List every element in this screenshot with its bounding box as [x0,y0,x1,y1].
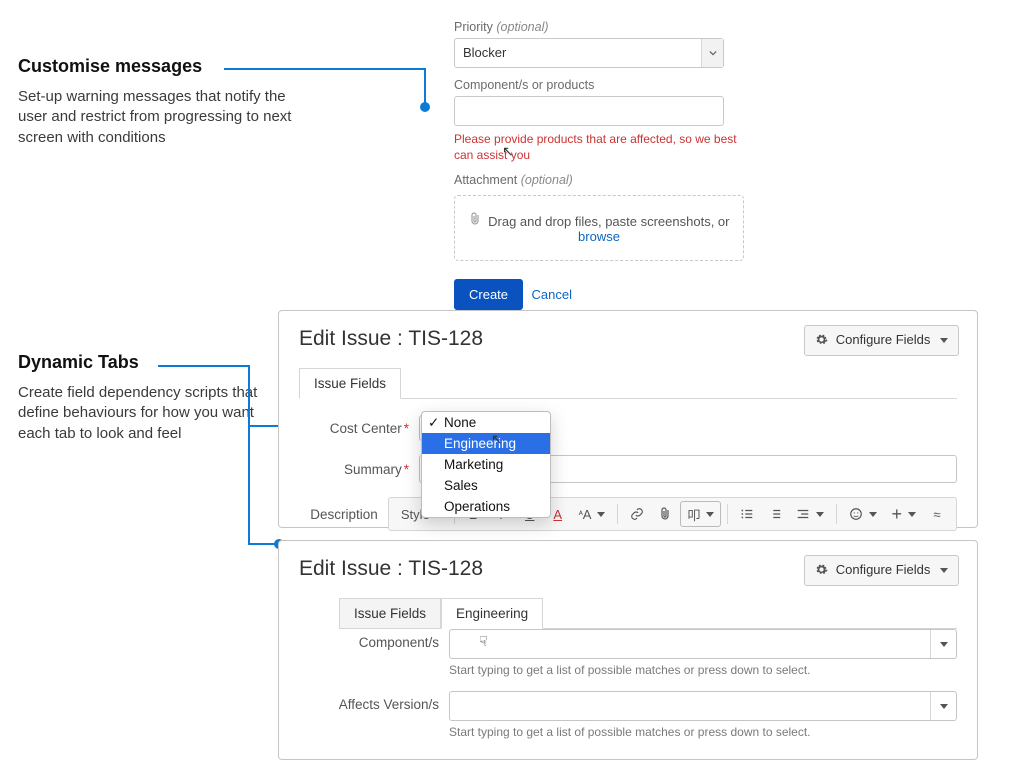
priority-select[interactable]: Blocker [454,38,724,68]
chevron-down-icon[interactable] [930,692,956,720]
create-button[interactable]: Create [454,279,523,310]
cost-center-dropdown: ✓None Engineering Marketing Sales Operat… [421,411,551,518]
components-input[interactable] [454,96,724,126]
cancel-button[interactable]: Cancel [527,280,575,309]
tab-issue-fields[interactable]: Issue Fields [339,598,441,629]
dialog2-tabs: Issue Fields Engineering [339,597,957,629]
configure-fields-button[interactable]: Configure Fields [804,325,959,356]
number-list-button[interactable] [762,501,788,527]
affects-version-hint: Start typing to get a list of possible m… [449,725,957,739]
components-label: Component/s [299,629,449,650]
menu-item-operations[interactable]: Operations [422,496,550,517]
callout-dynamic-title: Dynamic Tabs [18,352,268,373]
dialog1-tabs: Issue Fields [299,367,957,399]
components-hint: Start typing to get a list of possible m… [449,663,957,677]
gear-icon [815,333,828,349]
tab-engineering[interactable]: Engineering [441,598,543,629]
chevron-down-icon[interactable] [930,630,956,658]
insert-button[interactable]: + [885,501,922,527]
collapse-toolbar-button[interactable]: ≈ [924,501,950,527]
menu-item-marketing[interactable]: Marketing [422,454,550,475]
dropzone-text: Drag and drop files, paste screenshots, … [488,214,729,229]
link-button[interactable] [624,501,650,527]
affects-version-label: Affects Version/s [299,691,449,712]
cost-center-label: Cost Center* [299,421,419,436]
components-label: Component/s or products [454,78,750,92]
emoji-button[interactable] [843,501,883,527]
gear-icon [815,563,828,579]
attach-button[interactable] [652,501,678,527]
dropzone-browse[interactable]: browse [578,229,620,244]
chevron-down-icon [940,568,948,573]
create-issue-form: Priority (optional) Blocker Component/s … [440,0,760,328]
summary-label: Summary* [299,462,419,477]
cursor-icon: ↖ [491,431,503,448]
paperclip-icon [469,212,481,229]
priority-label: Priority (optional) [454,20,750,34]
indent-button[interactable] [790,501,830,527]
chevron-down-icon [940,338,948,343]
callout-customise: Customise messages Set-up warning messag… [18,56,298,148]
attachment-label: Attachment (optional) [454,173,750,187]
callout-customise-desc: Set-up warning messages that notify the … [18,87,298,148]
menu-item-engineering[interactable]: Engineering [422,433,550,454]
callout-dynamic-tabs: Dynamic Tabs Create field dependency scr… [18,352,268,444]
attachment-dropzone[interactable]: Drag and drop files, paste screenshots, … [454,195,744,261]
priority-value: Blocker [455,39,701,67]
callout-customise-title: Customise messages [18,56,298,77]
hand-cursor-icon: ☟ [479,633,488,650]
chevron-down-icon [701,39,723,67]
mention-button[interactable]: 叩 [680,501,721,527]
bullet-list-button[interactable] [734,501,760,527]
menu-item-sales[interactable]: Sales [422,475,550,496]
affects-version-combo[interactable] [449,691,957,721]
description-label: Description [299,507,388,522]
cursor-icon: ↖ [502,143,514,160]
callout-dynamic-desc: Create field dependency scripts that def… [18,383,268,444]
font-size-button[interactable]: ᴬA [573,501,612,527]
components-combo[interactable] [449,629,957,659]
components-error: Please provide products that are affecte… [454,132,750,163]
tab-issue-fields[interactable]: Issue Fields [299,368,401,399]
edit-issue-dialog-2: Edit Issue : TIS-128 Configure Fields Is… [278,540,978,760]
edit-issue-dialog-1: Edit Issue : TIS-128 Configure Fields Is… [278,310,978,528]
menu-item-none[interactable]: ✓None [422,412,550,433]
configure-fields-button[interactable]: Configure Fields [804,555,959,586]
